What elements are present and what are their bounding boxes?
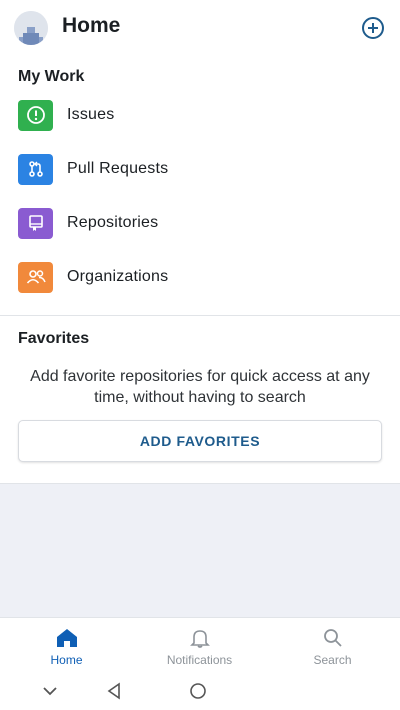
favorites-title: Favorites xyxy=(18,330,90,347)
add-button[interactable] xyxy=(360,15,386,41)
bottom-tab-bar: Home Notifications Search xyxy=(0,617,400,673)
issue-icon xyxy=(18,99,53,131)
tab-notifications[interactable]: Notifications xyxy=(133,618,266,674)
my-work-item-repositories[interactable]: Repositories xyxy=(0,196,400,250)
my-work-item-label: Issues xyxy=(67,106,115,123)
pull-request-icon xyxy=(18,153,53,185)
search-icon xyxy=(324,629,342,647)
my-work-item-pull-requests[interactable]: Pull Requests xyxy=(0,142,400,196)
add-favorites-button[interactable]: ADD FAVORITES xyxy=(18,420,382,462)
organization-icon xyxy=(18,261,53,293)
repo-icon xyxy=(18,207,53,239)
my-work-item-label: Pull Requests xyxy=(67,160,169,177)
chevron-down-icon[interactable] xyxy=(40,681,60,701)
system-navigation-bar xyxy=(0,673,400,710)
home-circle-icon[interactable] xyxy=(188,681,208,701)
tab-label: Home xyxy=(50,653,83,667)
tab-label: Search xyxy=(313,653,352,667)
tab-label: Notifications xyxy=(166,653,233,667)
my-work-item-label: Repositories xyxy=(67,214,159,231)
bell-icon xyxy=(190,630,210,648)
my-work-title: My Work xyxy=(18,68,85,85)
back-triangle-icon[interactable] xyxy=(104,681,124,701)
tab-home[interactable]: Home xyxy=(0,618,133,674)
app-header: Home xyxy=(0,0,400,56)
my-work-section: My Work Issues Pull Requests Repositorie… xyxy=(0,56,400,316)
favorites-description: Add favorite repositories for quick acce… xyxy=(30,368,370,406)
avatar-icon xyxy=(14,11,48,45)
plus-circle-icon xyxy=(362,17,384,39)
my-work-item-organizations[interactable]: Organizations xyxy=(0,250,400,304)
home-icon xyxy=(57,629,77,647)
favorites-section: Favorites Add favorite repositories for … xyxy=(0,316,400,484)
tab-search[interactable]: Search xyxy=(266,618,399,674)
my-work-item-label: Organizations xyxy=(67,268,169,285)
my-work-item-issues[interactable]: Issues xyxy=(0,88,400,142)
page-title: Home xyxy=(62,14,121,37)
avatar[interactable] xyxy=(14,11,48,45)
